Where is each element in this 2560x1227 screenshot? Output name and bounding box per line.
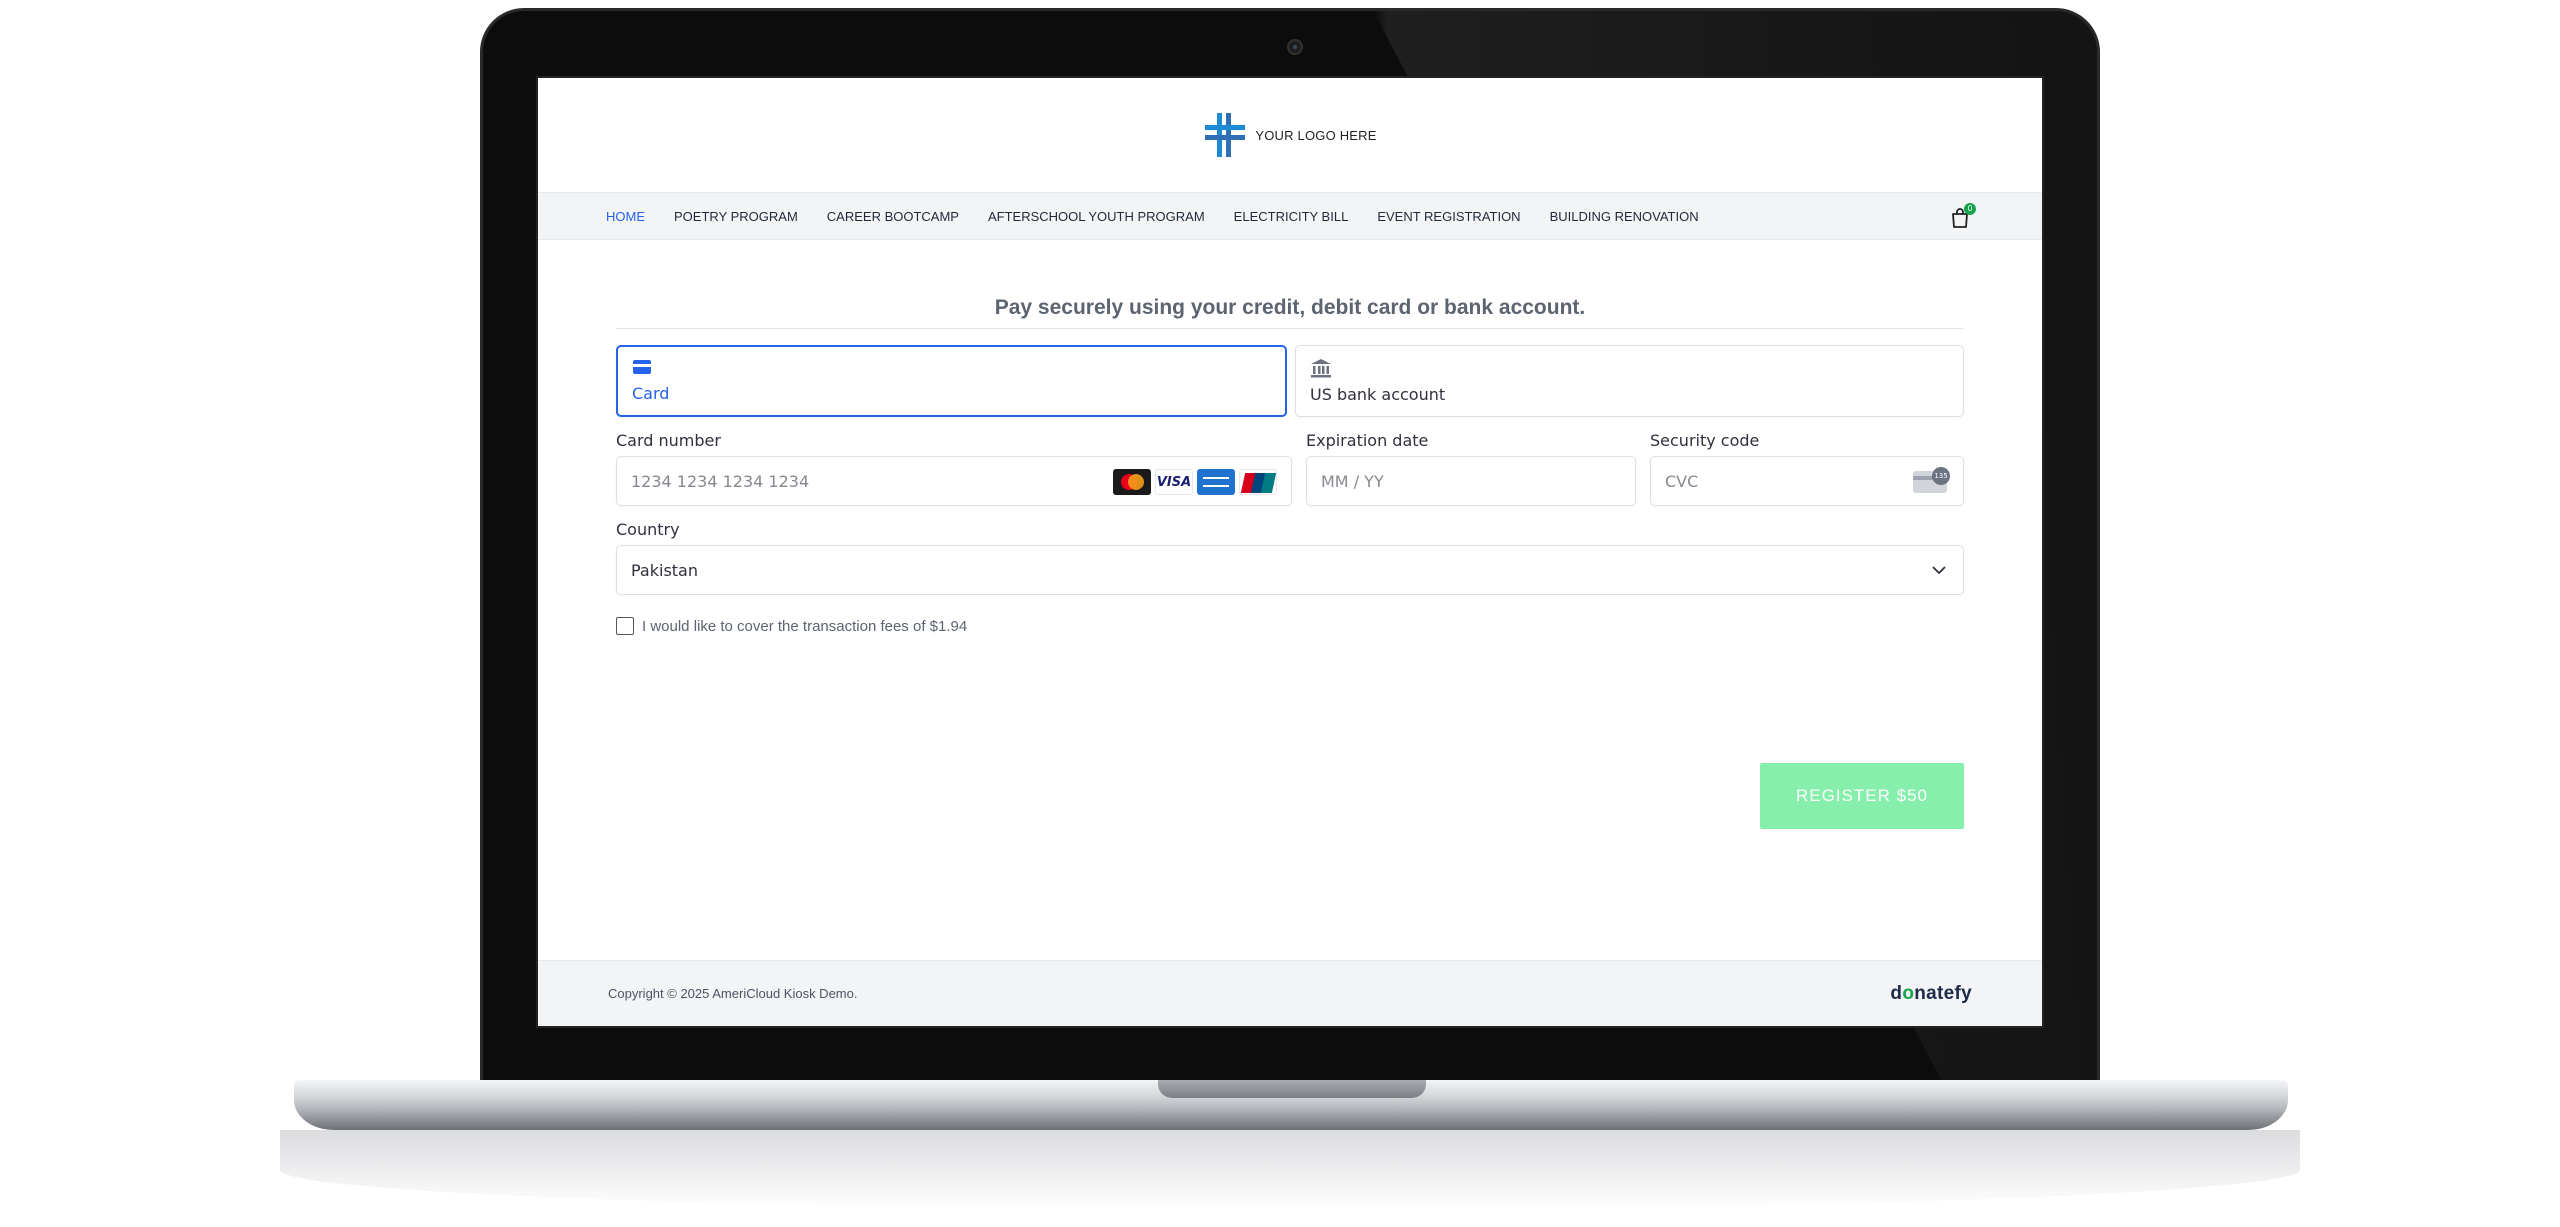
logo-cross-icon [1205, 113, 1246, 157]
country-select[interactable]: Pakistan [616, 545, 1964, 595]
nav-item-poetry-program[interactable]: POETRY PROGRAM [674, 209, 798, 224]
expiry-placeholder: MM / YY [1321, 471, 1384, 491]
unionpay-icon [1239, 469, 1277, 495]
visa-icon-text: VISA [1156, 474, 1192, 490]
chevron-down-icon [1932, 566, 1946, 575]
payment-title: Pay securely using your credit, debit ca… [616, 240, 1964, 329]
brand-o: o [1902, 982, 1915, 1004]
expiry-field-group: Expiration date MM / YY [1306, 431, 1636, 506]
cvc-placeholder: CVC [1665, 471, 1699, 491]
nav-item-event-registration[interactable]: EVENT REGISTRATION [1377, 209, 1520, 224]
bank-icon [1311, 359, 1331, 378]
webcam-icon [1287, 39, 1303, 55]
nav-item-home[interactable]: HOME [606, 209, 645, 224]
credit-card-icon [633, 360, 651, 374]
card-details-row: Card number 1234 1234 1234 1234 VISA Exp… [616, 431, 1964, 506]
nav-item-career-bootcamp[interactable]: CAREER BOOTCAMP [827, 209, 959, 224]
donatefy-logo[interactable]: donatefy [1890, 983, 1972, 1005]
logo[interactable]: YOUR LOGO HERE [1203, 111, 1376, 159]
nav-item-building-renovation[interactable]: BUILDING RENOVATION [1550, 209, 1699, 224]
laptop-shadow [280, 1130, 2300, 1210]
brand-suffix: natefy [1914, 982, 1972, 1004]
cvc-input[interactable]: CVC 135 [1650, 456, 1964, 506]
cvc-field-group: Security code CVC 135 [1650, 431, 1964, 506]
amex-icon [1197, 469, 1235, 495]
country-value: Pakistan [631, 560, 698, 580]
main-nav: HOME POETRY PROGRAM CAREER BOOTCAMP AFTE… [538, 192, 2042, 240]
cart-button[interactable]: 0 [1950, 203, 1976, 231]
site-header: YOUR LOGO HERE [538, 78, 2042, 192]
tab-us-bank-account[interactable]: US bank account [1295, 345, 1964, 417]
screen: YOUR LOGO HERE HOME POETRY PROGRAM CAREE… [536, 76, 2044, 1028]
logo-text: YOUR LOGO HERE [1255, 127, 1377, 143]
card-number-placeholder: 1234 1234 1234 1234 [631, 471, 810, 491]
tab-bank-label: US bank account [1310, 385, 1446, 404]
register-button[interactable]: REGISTER $50 [1760, 763, 1964, 829]
expiry-input[interactable]: MM / YY [1306, 456, 1636, 506]
card-number-field-group: Card number 1234 1234 1234 1234 VISA [616, 431, 1292, 506]
cvc-label: Security code [1650, 431, 1760, 450]
cover-fees-label: I would like to cover the transaction fe… [642, 617, 968, 635]
mastercard-icon [1113, 469, 1151, 495]
fee-option: I would like to cover the transaction fe… [616, 617, 1964, 635]
country-field-group: Country Pakistan [616, 520, 1964, 595]
cvc-icon-text: 135 [1932, 467, 1950, 485]
tab-card[interactable]: Card [616, 345, 1287, 417]
country-label: Country [616, 520, 680, 539]
payment-method-tabs: Card US bank account [616, 345, 1964, 417]
brand-prefix: d [1890, 982, 1903, 1004]
laptop-base-notch [1158, 1080, 1426, 1098]
cart-count-badge: 0 [1964, 203, 1976, 215]
card-brands: VISA [1113, 469, 1277, 495]
cvc-card-icon: 135 [1913, 467, 1950, 493]
tab-card-label: Card [632, 384, 670, 403]
expiry-label: Expiration date [1306, 431, 1429, 450]
nav-item-electricity-bill[interactable]: ELECTRICITY BILL [1234, 209, 1349, 224]
cover-fees-checkbox[interactable] [616, 617, 634, 635]
card-number-label: Card number [616, 431, 721, 450]
nav-item-afterschool-youth-program[interactable]: AFTERSCHOOL YOUTH PROGRAM [988, 209, 1205, 224]
payment-section: Pay securely using your credit, debit ca… [538, 240, 2042, 882]
site-footer: Copyright © 2025 AmeriCloud Kiosk Demo. … [538, 960, 2042, 1026]
visa-icon: VISA [1155, 469, 1193, 495]
card-number-input[interactable]: 1234 1234 1234 1234 VISA [616, 456, 1292, 506]
copyright-text: Copyright © 2025 AmeriCloud Kiosk Demo. [608, 986, 858, 1001]
